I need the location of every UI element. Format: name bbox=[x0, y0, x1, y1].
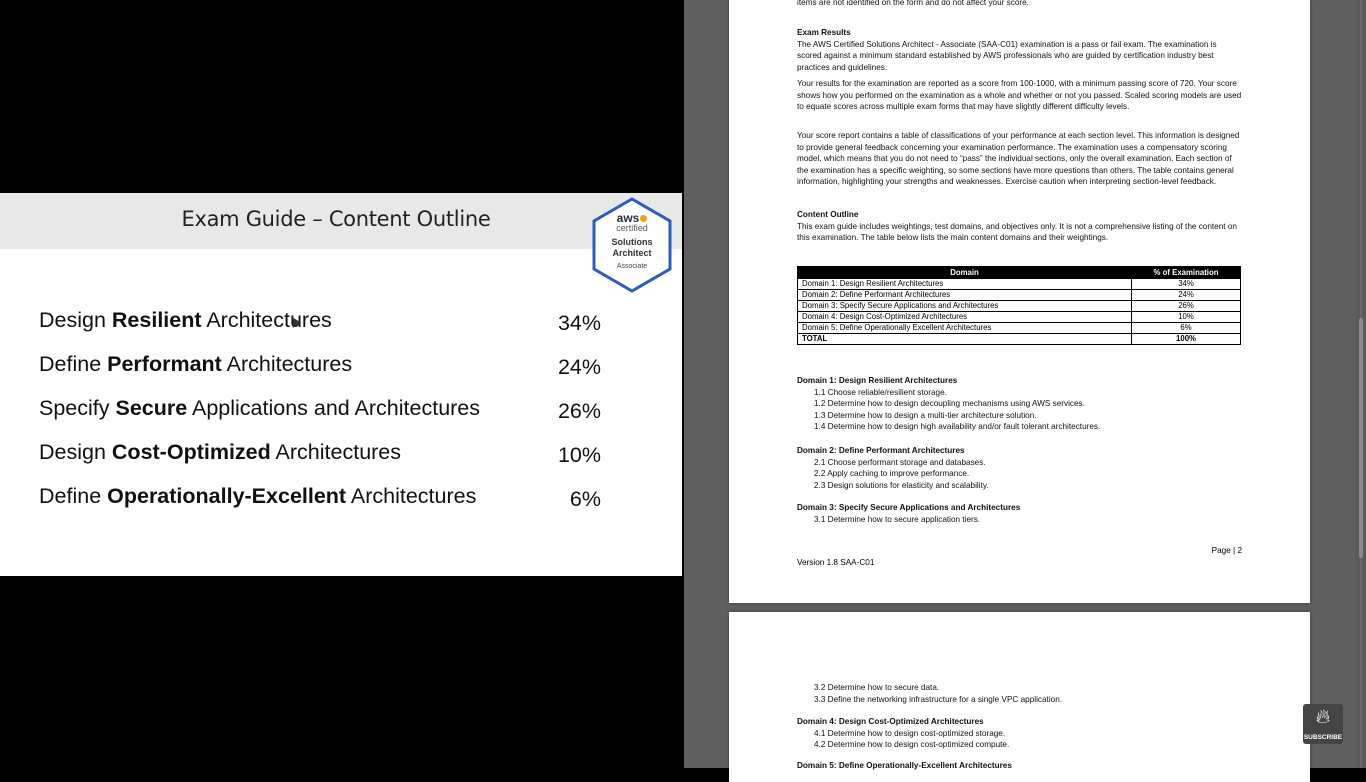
slide-title: Exam Guide – Content Outline bbox=[181, 207, 491, 231]
badge-associate: Associate bbox=[616, 263, 648, 270]
slide-domain-percent: 26% bbox=[557, 399, 601, 423]
doc-domain-5: Domain 5: Define Operationally-Excellent… bbox=[797, 761, 1012, 770]
doc-top-text: items are not identified on the form and… bbox=[797, 0, 1029, 7]
doc-domain-3: Domain 3: Specify Secure Applications an… bbox=[797, 503, 1021, 524]
slide-domain-row: Define Operationally-Excellent Architect… bbox=[39, 484, 609, 514]
doc-paragraph: Your results for the examination are rep… bbox=[797, 79, 1242, 111]
badge-dot-icon bbox=[640, 215, 648, 222]
slide-domain-label: Design Cost-Optimized Architectures bbox=[39, 440, 402, 464]
aws-certified-badge: aws certified Solutions Architect Associa… bbox=[590, 197, 674, 293]
document-page: 3.2 Determine how to secure data. 3.3 De… bbox=[729, 612, 1310, 782]
table-row: Domain 5: Define Operationally Excellent… bbox=[797, 322, 1241, 334]
subscribe-button[interactable]: 🔥︎ SUBSCRIBE bbox=[1303, 704, 1343, 744]
badge-solutions-architect: Solutions Architect bbox=[611, 237, 653, 258]
doc-paragraph: Your score report contains a table of cl… bbox=[797, 131, 1240, 186]
doc-heading: Exam Results bbox=[797, 28, 851, 37]
slide-domain-percent: 10% bbox=[557, 443, 601, 467]
version-footer: Version 1.8 SAA-C01 bbox=[797, 558, 875, 567]
document-viewer[interactable]: items are not identified on the form and… bbox=[684, 0, 1366, 782]
flame-icon: 🔥︎ bbox=[1315, 706, 1331, 728]
slide-domain-row: Design Resilient Architectures 34% bbox=[39, 308, 609, 338]
slide-domain-label: Specify Secure Applications and Architec… bbox=[39, 396, 481, 420]
slide: Exam Guide – Content Outline aws certifi… bbox=[0, 193, 682, 576]
slide-domain-label: Define Operationally-Excellent Architect… bbox=[39, 484, 477, 508]
table-row: Domain 2: Define Performant Architecture… bbox=[797, 289, 1241, 301]
table-header: % of Examination bbox=[1131, 266, 1241, 279]
scrollbar-thumb[interactable] bbox=[1359, 318, 1363, 558]
slide-domain-row: Design Cost-Optimized Architectures 10% bbox=[39, 440, 609, 470]
slide-domain-percent: 24% bbox=[557, 355, 601, 379]
vertical-scrollbar[interactable] bbox=[1356, 0, 1366, 768]
doc-domain-1: Domain 1: Design Resilient Architectures… bbox=[797, 376, 1101, 431]
table-row: Domain 3: Specify Secure Applications an… bbox=[797, 300, 1241, 312]
table-header-row: Domain % of Examination bbox=[797, 266, 1241, 279]
doc-paragraph: The AWS Certified Solutions Architect - … bbox=[797, 39, 1217, 72]
slide-domain-percent: 34% bbox=[557, 311, 601, 335]
table-row: Domain 1: Design Resilient Architectures… bbox=[797, 278, 1241, 290]
slide-header: Exam Guide – Content Outline bbox=[0, 193, 682, 249]
doc-content-outline: Content Outline This exam guide includes… bbox=[797, 209, 1242, 244]
doc-domain-2: Domain 2: Define Performant Architecture… bbox=[797, 446, 989, 490]
doc-paragraph: This exam guide includes weightings, tes… bbox=[797, 221, 1237, 243]
slide-domain-label: Define Performant Architectures bbox=[39, 352, 353, 376]
subscribe-label: SUBSCRIBE bbox=[1303, 734, 1343, 741]
page-number: Page | 2 bbox=[1211, 546, 1242, 555]
doc-heading: Content Outline bbox=[797, 210, 859, 219]
table-total-row: TOTAL 100% bbox=[797, 333, 1241, 345]
document-page: items are not identified on the form and… bbox=[729, 0, 1310, 603]
doc-domain-4: Domain 4: Design Cost-Optimized Architec… bbox=[797, 717, 1010, 749]
table-row: Domain 4: Design Cost-Optimized Architec… bbox=[797, 311, 1241, 323]
slide-domain-percent: 6% bbox=[569, 487, 601, 511]
video-slide-pane: Exam Guide – Content Outline aws certifi… bbox=[0, 0, 684, 768]
slide-domain-row: Define Performant Architectures 24% bbox=[39, 352, 609, 382]
slide-domain-row: Specify Secure Applications and Architec… bbox=[39, 396, 609, 426]
doc-domain-3-continued: 3.2 Determine how to secure data. 3.3 De… bbox=[814, 683, 1063, 704]
badge-certified: certified bbox=[616, 223, 648, 233]
table-header: Domain bbox=[797, 266, 1132, 279]
doc-exam-results: Exam Results The AWS Certified Solutions… bbox=[797, 27, 1242, 73]
domain-weighting-table: Domain % of Examination Domain 1: Design… bbox=[797, 266, 1241, 345]
